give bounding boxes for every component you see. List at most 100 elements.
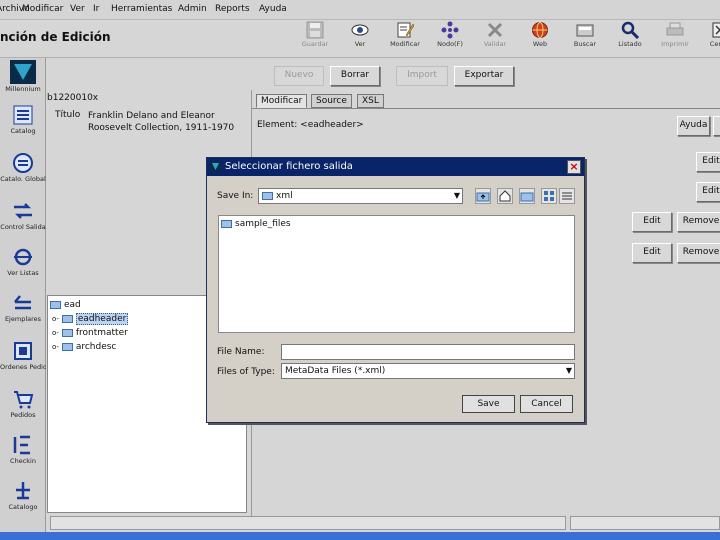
home-button[interactable]: [497, 188, 513, 204]
toolbar-search-label: Listado: [618, 40, 642, 48]
tab-source[interactable]: Source: [311, 94, 352, 108]
up-folder-button[interactable]: [475, 188, 491, 204]
ayuda-button[interactable]: Ayuda: [677, 116, 710, 136]
chevron-down-icon: ▼: [453, 191, 460, 200]
nav-ver-listas[interactable]: Ver Listas: [0, 244, 46, 290]
dialog-close-icon[interactable]: ×: [567, 160, 581, 174]
eye-icon: [351, 24, 369, 36]
nav-catalogo[interactable]: Catalogo: [0, 478, 46, 524]
edit-icon: [397, 22, 414, 38]
nav-catalog[interactable]: Catalog: [0, 102, 46, 148]
horizontal-scrollbar[interactable]: [50, 516, 566, 530]
toolbar-find-button[interactable]: Buscar: [562, 21, 608, 55]
toolbar-edit-label: Modificar: [390, 40, 420, 48]
files-of-type-value: MetaData Files (*.xml): [285, 366, 386, 376]
file-list[interactable]: sample_files: [218, 215, 575, 333]
nav-ordenes-pedido[interactable]: Ordenes Pedido: [0, 338, 46, 384]
nav-control-salida[interactable]: Control Salida: [0, 198, 46, 244]
save-icon: [306, 21, 324, 39]
nav-ordenes-pedido-label: Ordenes Pedido: [0, 363, 46, 371]
menu-modificar[interactable]: Modificar: [22, 4, 63, 14]
validate-icon: [487, 22, 503, 38]
checkin-icon: [13, 435, 30, 455]
tree-node-archdesc[interactable]: o- archdesc: [52, 341, 116, 354]
edit-button-3[interactable]: Edit: [632, 212, 672, 232]
nav-ejemplares[interactable]: Ejemplares: [0, 290, 46, 336]
edit-button-1[interactable]: Edit: [696, 152, 720, 172]
orders-icon: [14, 342, 32, 360]
nav-ejemplares-label: Ejemplares: [4, 315, 42, 323]
toolbar-view-button[interactable]: Ver: [337, 21, 383, 55]
tree-node-label: eadheader: [75, 313, 129, 325]
nav-catalog-label: Catalog: [10, 127, 36, 135]
tab-xsl[interactable]: XSL: [357, 94, 384, 108]
toolbar-web-button[interactable]: Web: [517, 21, 563, 55]
menu-herramientas[interactable]: Herramientas: [111, 4, 172, 14]
tree-node-ead[interactable]: ead: [50, 299, 81, 312]
file-item-label: sample_files: [235, 219, 291, 229]
horizontal-scrollbar-right[interactable]: [570, 516, 720, 530]
toolbar-close-button[interactable]: Cerrar: [697, 21, 720, 55]
toolbar-print-button[interactable]: Imprimir: [652, 21, 698, 55]
save-in-combo[interactable]: xml ▼: [258, 188, 463, 204]
left-navigation-bar: Millennium Catalog Catalo. Global Contro…: [0, 58, 46, 540]
tree-node-eadheader[interactable]: o- eadheader: [52, 313, 129, 326]
toolbar-node-button[interactable]: Nodo(F): [427, 21, 473, 55]
expand-toggle-icon[interactable]: o-: [52, 329, 59, 337]
nuevo-button[interactable]: Nuevo: [274, 66, 324, 86]
remove-button-1[interactable]: Remove: [677, 212, 720, 232]
remove-button-2[interactable]: Remove: [677, 243, 720, 263]
title-value: Franklin Delano and Eleanor Roosevelt Co…: [88, 111, 235, 133]
nav-catalog-global[interactable]: Catalo. Global: [0, 150, 46, 196]
save-button[interactable]: Save: [462, 395, 515, 413]
nav-pedidos[interactable]: Pedidos: [0, 386, 46, 432]
edit-button-4[interactable]: Edit: [632, 243, 672, 263]
borrar-button[interactable]: Borrar: [330, 66, 380, 86]
expand-toggle-icon[interactable]: o-: [52, 343, 59, 351]
cancel-button[interactable]: Cancel: [520, 395, 573, 413]
toolbar-search-button[interactable]: Listado: [607, 21, 653, 55]
folder-icon: [61, 328, 73, 337]
exportar-button[interactable]: Exportar: [454, 66, 514, 86]
edge-button[interactable]: [713, 116, 720, 136]
toolbar-view-label: Ver: [354, 40, 366, 48]
app-logo-icon: [210, 161, 221, 172]
tree-node-frontmatter[interactable]: o- frontmatter: [52, 327, 128, 340]
import-button[interactable]: Import: [396, 66, 448, 86]
dialog-titlebar[interactable]: Seleccionar fichero salida: [207, 158, 584, 176]
files-of-type-select[interactable]: MetaData Files (*.xml) ▼: [281, 363, 575, 379]
details-view-button[interactable]: [559, 188, 575, 204]
nav-millennium[interactable]: Millennium: [0, 58, 46, 104]
cart-icon: [14, 391, 34, 409]
record-id: b1220010x: [47, 93, 99, 103]
new-folder-button[interactable]: [519, 188, 535, 204]
up-folder-icon: [476, 192, 490, 202]
nav-checkin[interactable]: Checkin: [0, 432, 46, 478]
tab-modificar[interactable]: Modificar: [256, 94, 308, 108]
new-folder-icon: [520, 192, 534, 202]
toolbar: nción de Edición Guardar Ver Modificar N…: [0, 20, 720, 58]
toolbar-validate-button[interactable]: Validar: [472, 21, 518, 55]
catalog-icon: [13, 105, 33, 125]
menu-ver[interactable]: Ver: [70, 4, 85, 14]
print-icon: [666, 22, 684, 36]
file-item-sample-files[interactable]: sample_files: [221, 218, 291, 231]
globe-icon: [532, 22, 548, 38]
global-icon: [13, 153, 33, 173]
tree-node-label: frontmatter: [75, 328, 128, 338]
toolbar-edit-button[interactable]: Modificar: [382, 21, 428, 55]
nav-ver-listas-label: Ver Listas: [7, 269, 39, 277]
toolbar-save-button[interactable]: Guardar: [292, 21, 338, 55]
list-view-button[interactable]: [541, 188, 557, 204]
expand-toggle-icon[interactable]: o-: [52, 315, 59, 323]
file-name-input[interactable]: [281, 344, 575, 360]
edit-button-2[interactable]: Edit: [696, 182, 720, 202]
toolbar-validate-label: Validar: [483, 40, 507, 48]
nav-control-salida-label: Control Salida: [0, 223, 46, 231]
menu-reports[interactable]: Reports: [215, 4, 250, 14]
menu-admin[interactable]: Admin: [178, 4, 207, 14]
menu-ayuda[interactable]: Ayuda: [259, 4, 287, 14]
menu-ir[interactable]: Ir: [93, 4, 99, 14]
nav-pedidos-label: Pedidos: [10, 411, 36, 419]
menubar: Archivo Modificar Ver Ir Herramientas Ad…: [0, 0, 720, 20]
